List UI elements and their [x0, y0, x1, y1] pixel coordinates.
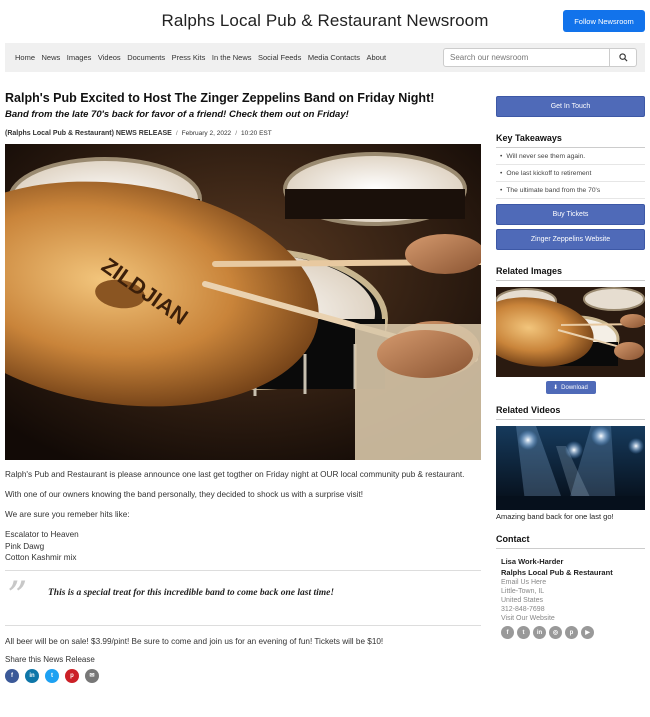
takeaway-text: One last kickoff to retirement — [506, 170, 592, 177]
release-date: February 2, 2022 — [181, 130, 232, 137]
nav-item-documents[interactable]: Documents — [127, 53, 165, 62]
hero-image-drums[interactable]: ZILDJIAN — [5, 144, 481, 460]
linkedin-icon[interactable]: in — [533, 626, 546, 639]
nav-item-in-the-news[interactable]: In the News — [212, 53, 252, 62]
site-title: Ralphs Local Pub & Restaurant Newsroom — [161, 11, 489, 30]
search-button[interactable] — [609, 48, 637, 67]
pull-quote: ” This is a special treat for this incre… — [5, 569, 481, 626]
nav-bar: Home News Images Videos Documents Press … — [5, 43, 645, 72]
hits-list: Escalator to Heaven Pink Dawg Cotton Kas… — [5, 529, 481, 564]
related-videos-title: Related Videos — [496, 405, 645, 420]
release-org: (Ralphs Local Pub & Restaurant) NEWS REL… — [5, 130, 172, 137]
concert-lights-illustration — [496, 426, 645, 510]
article-paragraph: With one of our owners knowing the band … — [5, 490, 364, 499]
hit-item: Cotton Kashmir mix — [5, 553, 77, 562]
share-label: Share this News Release — [5, 654, 95, 664]
twitter-icon[interactable]: t — [45, 668, 59, 683]
youtube-icon[interactable]: ▶ — [581, 626, 594, 639]
release-time: 10:20 EST — [241, 130, 272, 137]
video-caption[interactable]: Amazing band back for one last go! — [496, 512, 645, 521]
nav-item-news[interactable]: News — [42, 53, 61, 62]
contact-city: Little-Town, IL — [501, 588, 545, 595]
drum-kit-illustration: ZILDJIAN — [5, 144, 481, 460]
hit-item: Pink Dawg — [5, 541, 45, 551]
pull-quote-text: This is a special treat for this incredi… — [48, 587, 335, 598]
email-icon[interactable]: ✉ — [85, 668, 99, 683]
contact-phone: 312-848-7698 — [501, 606, 545, 613]
takeaway-item: • Will never see them again. — [496, 148, 645, 165]
linkedin-icon[interactable]: in — [25, 668, 39, 683]
buy-tickets-button[interactable]: Buy Tickets — [496, 204, 645, 225]
facebook-icon[interactable]: f — [5, 668, 19, 683]
nav-item-about[interactable]: About — [366, 53, 386, 62]
takeaway-item: • The ultimate band from the 70's — [496, 182, 645, 199]
contact-website-link[interactable]: Visit Our Website — [501, 615, 645, 622]
article: Ralph's Pub Excited to Host The Zinger Z… — [5, 90, 481, 683]
nav-menu: Home News Images Videos Documents Press … — [15, 43, 393, 72]
contact-social-icons: f t in ◎ p ▶ — [501, 626, 645, 639]
facebook-icon[interactable]: f — [501, 626, 514, 639]
takeaway-text: The ultimate band from the 70's — [506, 187, 601, 194]
meta-separator: / — [235, 130, 237, 137]
follow-newsroom-button[interactable]: Follow Newsroom — [563, 10, 645, 32]
search-icon — [618, 53, 628, 62]
drum-thumbnail-illustration — [496, 287, 645, 377]
instagram-icon[interactable]: ◎ — [549, 626, 562, 639]
contact-email-link[interactable]: Email Us Here — [501, 579, 645, 586]
takeaway-text: Will never see them again. — [506, 153, 586, 160]
twitter-icon[interactable]: t — [517, 626, 530, 639]
contact-name: Lisa Work-Harder — [501, 557, 564, 566]
article-paragraph: All beer will be on sale! $3.99/pint! Be… — [5, 636, 384, 646]
article-paragraph: Ralph's Pub and Restaurant is please ann… — [5, 470, 465, 479]
nav-item-media-contacts[interactable]: Media Contacts — [308, 53, 360, 62]
contact-card: Lisa Work-Harder Ralphs Local Pub & Rest… — [496, 557, 645, 639]
nav-item-press-kits[interactable]: Press Kits — [172, 53, 206, 62]
download-icon: ⬇ — [553, 385, 559, 391]
get-in-touch-button[interactable]: Get In Touch — [496, 96, 645, 117]
pinterest-icon[interactable]: p — [565, 626, 578, 639]
sidebar: Get In Touch Key Takeaways • Will never s… — [496, 96, 645, 639]
meta-separator: / — [175, 130, 178, 137]
share-icons: f in t p ✉ — [5, 668, 481, 683]
pinterest-icon[interactable]: p — [65, 668, 79, 683]
article-meta: (Ralphs Local Pub & Restaurant) NEWS REL… — [5, 130, 481, 137]
related-images-title: Related Images — [496, 266, 645, 281]
contact-title: Contact — [496, 534, 645, 549]
contact-country: United States — [501, 597, 544, 604]
nav-item-images[interactable]: Images — [67, 53, 92, 62]
search-input[interactable]: Search our newsroom — [443, 48, 610, 67]
site-header: Ralphs Local Pub & Restaurant Newsroom F… — [0, 0, 650, 42]
article-headline: Ralph's Pub Excited to Host The Zinger Z… — [5, 91, 435, 105]
key-takeaways-title: Key Takeaways — [496, 133, 645, 148]
download-button[interactable]: ⬇ Download — [545, 381, 596, 394]
related-image-thumbnail[interactable] — [496, 287, 645, 377]
hit-item: Escalator to Heaven — [5, 530, 79, 539]
nav-item-social-feeds[interactable]: Social Feeds — [258, 53, 301, 62]
quote-mark-icon: ” — [7, 573, 28, 620]
download-label: Download — [561, 384, 588, 391]
band-website-button[interactable]: Zinger Zeppelins Website — [496, 229, 645, 250]
nav-item-home[interactable]: Home — [15, 53, 35, 62]
contact-org: Ralphs Local Pub & Restaurant — [501, 568, 613, 577]
article-paragraph: We are sure you remeber hits like: — [5, 510, 130, 519]
takeaway-item: • One last kickoff to retirement — [496, 165, 645, 182]
article-subhead: Band from the late 70's back for favor o… — [5, 109, 349, 120]
related-video-thumbnail[interactable] — [496, 426, 645, 510]
nav-item-videos[interactable]: Videos — [98, 53, 121, 62]
